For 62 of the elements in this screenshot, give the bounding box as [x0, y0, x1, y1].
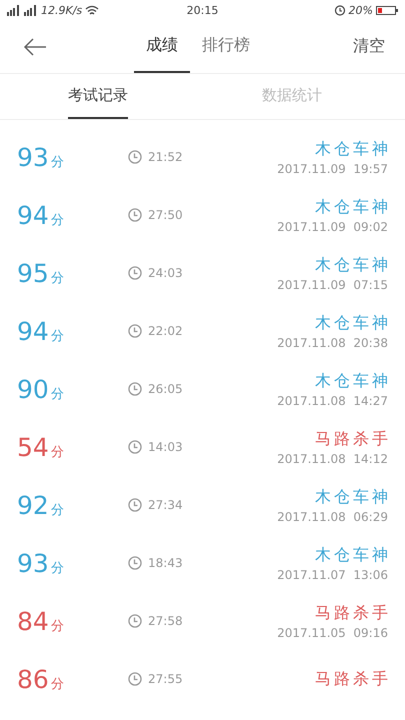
duration-text: 27:50: [148, 208, 183, 222]
duration-text: 18:43: [148, 556, 183, 570]
wifi-icon: [85, 4, 100, 16]
score-text: 95 分: [17, 258, 65, 288]
clock-icon: [128, 208, 142, 222]
rank-title: 木仓车神: [315, 370, 391, 392]
date-text: 2017.11.05 09:16: [277, 626, 388, 640]
rank-title: 木仓车神: [315, 138, 391, 160]
clear-button[interactable]: 清空: [353, 32, 385, 62]
clock-icon: [128, 440, 142, 454]
network-speed: 12.9K/s: [41, 4, 82, 16]
clock-icon: [128, 498, 142, 512]
nav-tab[interactable]: 排行榜: [190, 20, 262, 73]
rank-title: 木仓车神: [315, 254, 391, 276]
battery-percent: 20%: [348, 4, 373, 16]
score-text: 90 分: [17, 374, 65, 404]
rank-title: 木仓车神: [315, 196, 391, 218]
duration-text: 27:55: [148, 672, 183, 686]
duration-text: 24:03: [148, 266, 183, 280]
score-text: 94 分: [17, 200, 65, 230]
duration-text: 27:34: [148, 498, 183, 512]
date-text: 2017.11.07 13:06: [277, 568, 388, 582]
sub-tab[interactable]: 考试记录: [68, 74, 128, 119]
clock-icon: [128, 614, 142, 628]
battery-icon: [376, 4, 398, 16]
duration-text: 21:52: [148, 150, 183, 164]
score-text: 84 分: [17, 606, 65, 636]
duration-text: 14:03: [148, 440, 183, 454]
clock-icon: [128, 324, 142, 338]
clock-icon: [128, 382, 142, 396]
rank-title: 木仓车神: [315, 544, 391, 566]
back-arrow-icon: [23, 38, 47, 56]
nav-tab[interactable]: 成绩: [134, 20, 190, 73]
date-text: 2017.11.08 06:29: [277, 510, 388, 524]
date-text: 2017.11.09 19:57: [277, 162, 388, 176]
score-text: 54 分: [17, 432, 65, 462]
score-text: 93 分: [17, 142, 65, 172]
rank-title: 马路杀手: [315, 668, 391, 690]
score-text: 92 分: [17, 490, 65, 520]
date-text: 2017.11.08 20:38: [277, 336, 388, 350]
clock-time: 20:15: [186, 4, 218, 16]
date-text: 2017.11.08 14:27: [277, 394, 388, 408]
score-text: 94 分: [17, 316, 65, 346]
date-text: 2017.11.09 07:15: [277, 278, 388, 292]
signal-icon: [7, 4, 21, 16]
rank-title: 马路杀手: [315, 428, 391, 450]
rank-title: 木仓车神: [315, 312, 391, 334]
clock-icon: [128, 150, 142, 164]
duration-text: 26:05: [148, 382, 183, 396]
clock-icon: [128, 266, 142, 280]
score-text: 86 分: [17, 664, 65, 694]
clock-icon: [128, 672, 142, 686]
signal-icon: [24, 4, 38, 16]
rank-title: 木仓车神: [315, 486, 391, 508]
alarm-icon: [334, 4, 346, 16]
clock-icon: [128, 556, 142, 570]
date-text: 2017.11.09 09:02: [277, 220, 388, 234]
date-text: 2017.11.08 14:12: [277, 452, 388, 466]
duration-text: 22:02: [148, 324, 183, 338]
score-text: 93 分: [17, 548, 65, 578]
rank-title: 马路杀手: [315, 602, 391, 624]
duration-text: 27:58: [148, 614, 183, 628]
